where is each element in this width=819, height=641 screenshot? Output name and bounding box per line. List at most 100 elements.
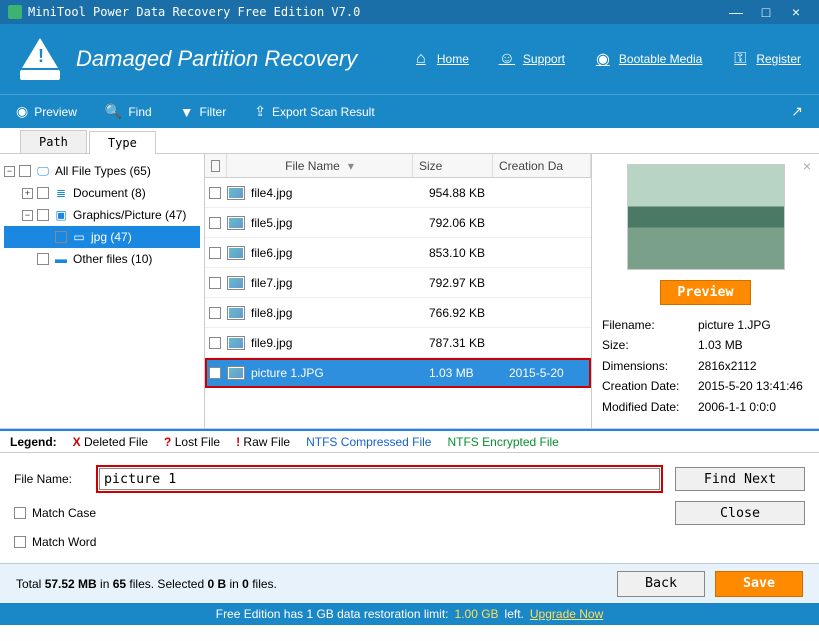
- status-bar: Total 57.52 MB in 65 files. Selected 0 B…: [0, 563, 819, 603]
- save-button[interactable]: Save: [715, 571, 803, 597]
- image-file-icon: [227, 366, 245, 380]
- preview-panel: × Preview Filename:picture 1.JPG Size:1.…: [591, 154, 819, 428]
- file-size: 1.03 MB: [429, 366, 509, 380]
- tree-item-jpg[interactable]: ▭jpg (47): [4, 226, 200, 248]
- select-all-checkbox[interactable]: [211, 160, 220, 172]
- preview-button[interactable]: ◉Preview: [16, 103, 77, 120]
- row-checkbox[interactable]: [209, 247, 221, 259]
- find-button[interactable]: 🔍Find: [105, 103, 152, 120]
- tree-item-document[interactable]: +≣Document (8): [4, 182, 200, 204]
- support-link[interactable]: ☺Support: [497, 49, 565, 69]
- export-button[interactable]: ⇪Export Scan Result: [254, 103, 374, 120]
- find-next-button[interactable]: Find Next: [675, 467, 805, 491]
- register-link[interactable]: ⚿Register: [730, 49, 801, 69]
- search-icon: 🔍: [105, 103, 122, 120]
- checkbox[interactable]: [37, 187, 49, 199]
- row-checkbox[interactable]: [209, 187, 221, 199]
- file-name: file4.jpg: [251, 186, 429, 200]
- tab-type[interactable]: Type: [89, 131, 156, 154]
- filename-input[interactable]: [99, 468, 660, 490]
- close-find-button[interactable]: Close: [675, 501, 805, 525]
- close-button[interactable]: ×: [781, 4, 811, 20]
- eye-icon: ◉: [16, 103, 28, 120]
- file-row[interactable]: file5.jpg792.06 KB: [205, 208, 591, 238]
- file-list-body[interactable]: file4.jpg954.88 KBfile5.jpg792.06 KBfile…: [205, 178, 591, 428]
- match-case-checkbox[interactable]: Match Case: [14, 506, 661, 520]
- file-size: 787.31 KB: [429, 336, 509, 350]
- filter-button[interactable]: ▼Filter: [180, 104, 227, 120]
- main-area: −🖵All File Types (65) +≣Document (8) −▣G…: [0, 154, 819, 429]
- col-size[interactable]: Size: [413, 154, 493, 177]
- file-size: 792.06 KB: [429, 216, 509, 230]
- app-icon: [8, 5, 22, 19]
- match-word-checkbox[interactable]: Match Word: [14, 535, 661, 549]
- file-name: file9.jpg: [251, 336, 429, 350]
- tree-item-all[interactable]: −🖵All File Types (65): [4, 160, 200, 182]
- checkbox[interactable]: [19, 165, 31, 177]
- file-row[interactable]: file4.jpg954.88 KB: [205, 178, 591, 208]
- file-list: File Name▾ Size Creation Da file4.jpg954…: [205, 154, 591, 428]
- legend-label: Legend:: [10, 435, 57, 449]
- preview-metadata: Filename:picture 1.JPG Size:1.03 MB Dime…: [602, 315, 809, 417]
- legend-bar: Legend: X Deleted File ? Lost File ! Raw…: [0, 429, 819, 453]
- row-checkbox[interactable]: [209, 307, 221, 319]
- tree-item-other[interactable]: ▬Other files (10): [4, 248, 200, 270]
- row-checkbox[interactable]: [209, 367, 221, 379]
- image-file-icon: [227, 186, 245, 200]
- monitor-icon: 🖵: [35, 164, 51, 178]
- image-file-icon: [227, 336, 245, 350]
- document-icon: ≣: [53, 186, 69, 200]
- row-checkbox[interactable]: [209, 217, 221, 229]
- funnel-icon: ▼: [180, 104, 194, 120]
- checkbox[interactable]: [37, 209, 49, 221]
- file-size: 853.10 KB: [429, 246, 509, 260]
- image-file-icon: [227, 246, 245, 260]
- drive-warning-icon: !: [18, 38, 62, 80]
- share-button[interactable]: ↗: [791, 103, 803, 120]
- checkbox[interactable]: [37, 253, 49, 265]
- checkbox[interactable]: [55, 231, 67, 243]
- preview-button-large[interactable]: Preview: [660, 280, 750, 305]
- status-text: Total 57.52 MB in 65 files. Selected 0 B…: [16, 577, 607, 591]
- tab-bar: Path Type: [0, 128, 819, 154]
- minimize-button[interactable]: —: [721, 4, 751, 20]
- bootable-media-link[interactable]: ◉Bootable Media: [593, 49, 702, 69]
- file-row[interactable]: file8.jpg766.92 KB: [205, 298, 591, 328]
- window-title: MiniTool Power Data Recovery Free Editio…: [28, 5, 721, 19]
- app-header: ! Damaged Partition Recovery ⌂Home ☺Supp…: [0, 24, 819, 94]
- toolbar: ◉Preview 🔍Find ▼Filter ⇪Export Scan Resu…: [0, 94, 819, 128]
- home-link[interactable]: ⌂Home: [411, 49, 469, 69]
- back-button[interactable]: Back: [617, 571, 705, 597]
- maximize-button[interactable]: □: [751, 4, 781, 20]
- preview-thumbnail: [627, 164, 785, 270]
- tree-item-graphics[interactable]: −▣Graphics/Picture (47): [4, 204, 200, 226]
- upgrade-link[interactable]: Upgrade Now: [530, 607, 603, 621]
- tab-path[interactable]: Path: [20, 130, 87, 153]
- image-file-icon: [227, 276, 245, 290]
- file-size: 766.92 KB: [429, 306, 509, 320]
- file-row[interactable]: file6.jpg853.10 KB: [205, 238, 591, 268]
- row-checkbox[interactable]: [209, 277, 221, 289]
- row-checkbox[interactable]: [209, 337, 221, 349]
- key-icon: ⚿: [730, 49, 750, 69]
- col-date[interactable]: Creation Da: [493, 154, 591, 177]
- file-name: file6.jpg: [251, 246, 429, 260]
- file-size: 954.88 KB: [429, 186, 509, 200]
- col-name[interactable]: File Name▾: [227, 154, 413, 177]
- file-type-tree[interactable]: −🖵All File Types (65) +≣Document (8) −▣G…: [0, 154, 205, 428]
- preview-close-button[interactable]: ×: [803, 158, 811, 174]
- disc-icon: ◉: [593, 49, 613, 69]
- image-icon: ▭: [71, 230, 87, 244]
- home-icon: ⌂: [411, 49, 431, 69]
- share-icon: ↗: [791, 103, 803, 120]
- limit-bar: Free Edition has 1 GB data restoration l…: [0, 603, 819, 625]
- file-name: file8.jpg: [251, 306, 429, 320]
- file-row[interactable]: file9.jpg787.31 KB: [205, 328, 591, 358]
- file-row[interactable]: picture 1.JPG1.03 MB2015-5-20: [205, 358, 591, 388]
- export-icon: ⇪: [254, 103, 266, 120]
- file-name: picture 1.JPG: [251, 366, 429, 380]
- collapse-icon[interactable]: −: [22, 210, 33, 221]
- collapse-icon[interactable]: −: [4, 166, 15, 177]
- file-row[interactable]: file7.jpg792.97 KB: [205, 268, 591, 298]
- expand-icon[interactable]: +: [22, 188, 33, 199]
